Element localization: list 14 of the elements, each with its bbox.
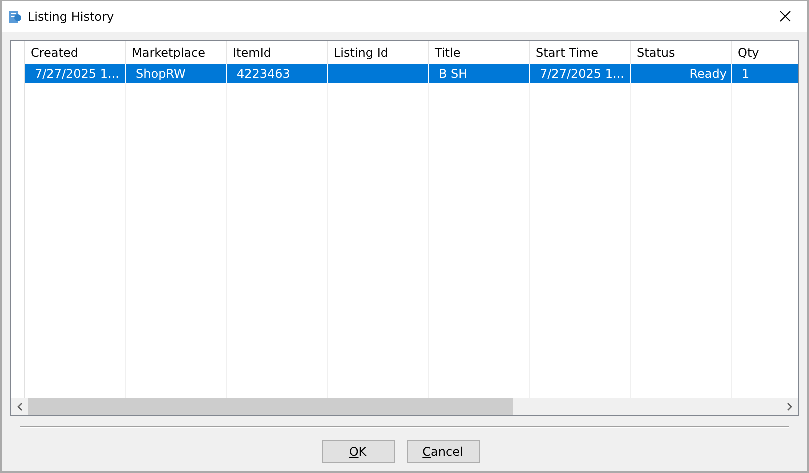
table-cell: 7/27/2025 1... bbox=[530, 64, 631, 83]
table-cell: Ready bbox=[631, 64, 732, 83]
table-cell: 1 bbox=[732, 64, 798, 83]
scrollbar-thumb[interactable] bbox=[28, 398, 513, 415]
horizontal-scrollbar[interactable] bbox=[11, 398, 798, 415]
close-icon bbox=[780, 11, 790, 22]
ok-button[interactable]: OK bbox=[322, 440, 394, 463]
table-cell: 7/27/2025 1... bbox=[25, 64, 126, 83]
table-cell: B SH bbox=[429, 64, 530, 83]
cancel-button[interactable]: Cancel bbox=[406, 440, 480, 463]
app-icon bbox=[8, 10, 22, 24]
table-cell: 4223463 bbox=[227, 64, 328, 83]
table-cell: ShopRW bbox=[126, 64, 227, 83]
window-title: Listing History bbox=[28, 10, 116, 24]
